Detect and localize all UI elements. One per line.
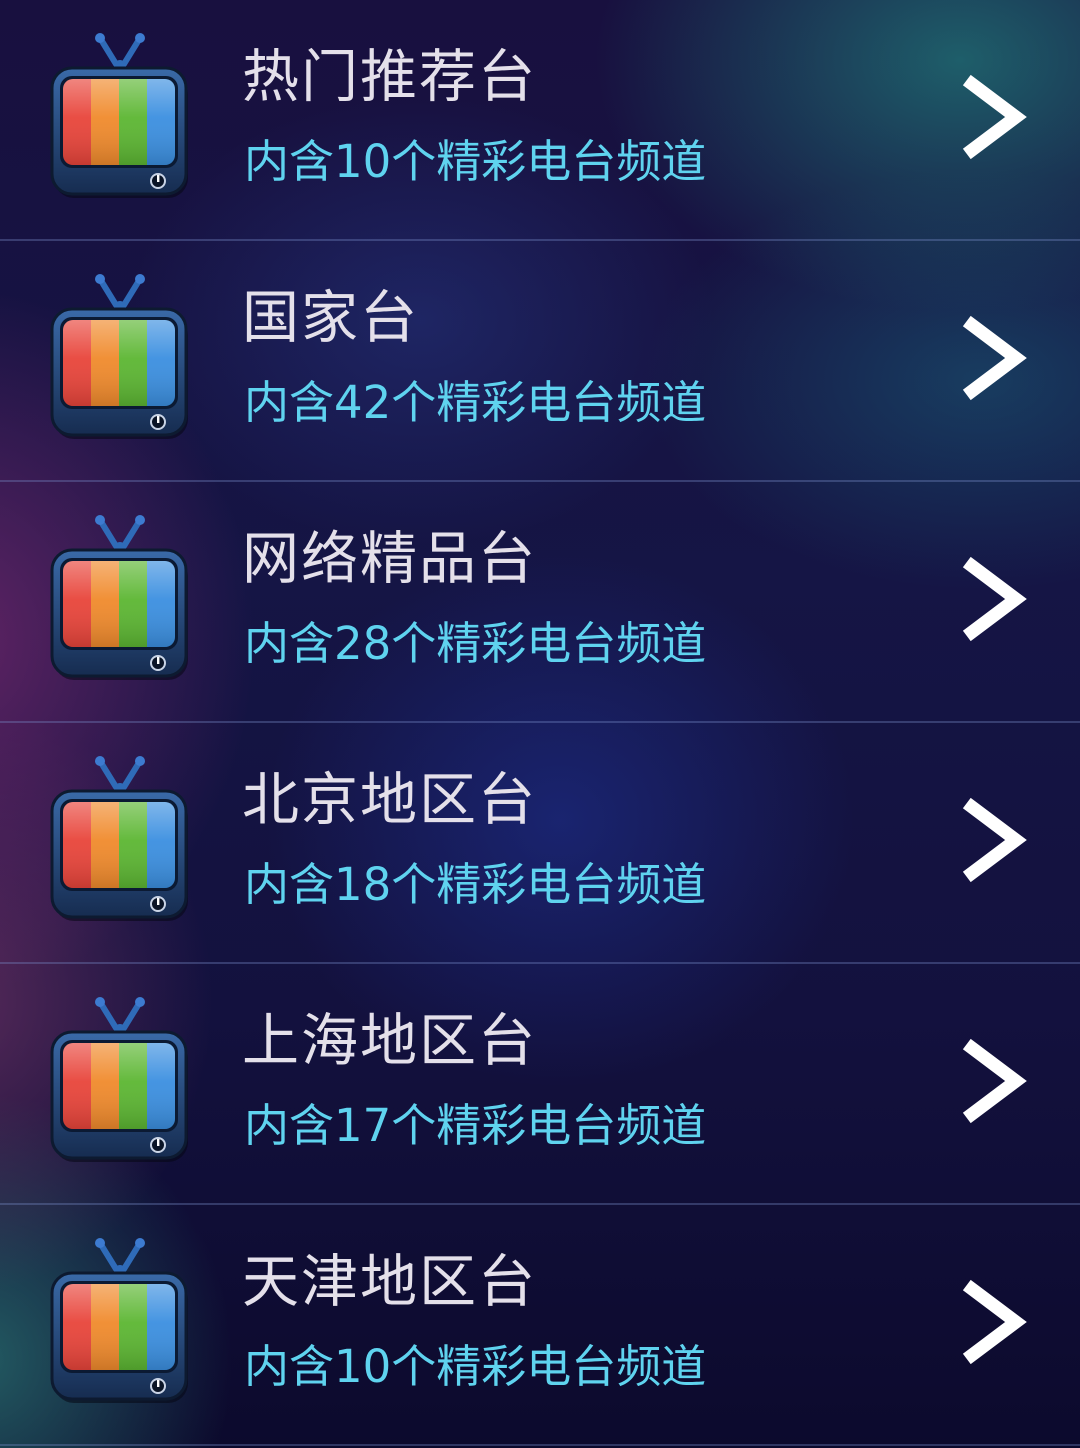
tv-icon	[48, 512, 190, 684]
chevron-right-icon[interactable]	[962, 72, 1034, 162]
channel-item-national[interactable]: 国家台 内含42个精彩电台频道	[0, 241, 1080, 482]
channel-item-subtitle: 内含42个精彩电台频道	[244, 376, 707, 429]
channel-item-title: 网络精品台	[242, 526, 537, 592]
channel-item-hot[interactable]: 热门推荐台 内含10个精彩电台频道	[0, 0, 1080, 241]
chevron-right-icon[interactable]	[962, 1036, 1034, 1126]
channel-item-subtitle: 内含10个精彩电台频道	[244, 1340, 707, 1393]
tv-icon	[48, 994, 190, 1166]
channel-item-subtitle: 内含17个精彩电台频道	[244, 1099, 707, 1152]
chevron-right-icon[interactable]	[962, 313, 1034, 403]
channel-item-subtitle: 内含10个精彩电台频道	[244, 135, 707, 188]
tv-icon	[48, 753, 190, 925]
channel-item-tianjin[interactable]: 天津地区台 内含10个精彩电台频道	[0, 1205, 1080, 1446]
channel-item-title: 热门推荐台	[242, 44, 537, 110]
channel-list: 热门推荐台 内含10个精彩电台频道 国家台 内含42个精彩电台频道 网络精品台 …	[0, 0, 1080, 1448]
channel-item-shanghai[interactable]: 上海地区台 内含17个精彩电台频道	[0, 964, 1080, 1205]
channel-item-title: 北京地区台	[242, 767, 537, 833]
channel-item-subtitle: 内含18个精彩电台频道	[244, 858, 707, 911]
tv-icon	[48, 30, 190, 202]
chevron-right-icon[interactable]	[962, 1277, 1034, 1367]
channel-item-title: 国家台	[242, 285, 419, 351]
chevron-right-icon[interactable]	[962, 795, 1034, 885]
channel-item-beijing[interactable]: 北京地区台 内含18个精彩电台频道	[0, 723, 1080, 964]
tv-icon	[48, 1235, 190, 1407]
channel-item-title: 天津地区台	[242, 1249, 537, 1315]
channel-item-internet[interactable]: 网络精品台 内含28个精彩电台频道	[0, 482, 1080, 723]
chevron-right-icon[interactable]	[962, 554, 1034, 644]
channel-item-title: 上海地区台	[242, 1008, 537, 1074]
channel-item-subtitle: 内含28个精彩电台频道	[244, 617, 707, 670]
tv-icon	[48, 271, 190, 443]
